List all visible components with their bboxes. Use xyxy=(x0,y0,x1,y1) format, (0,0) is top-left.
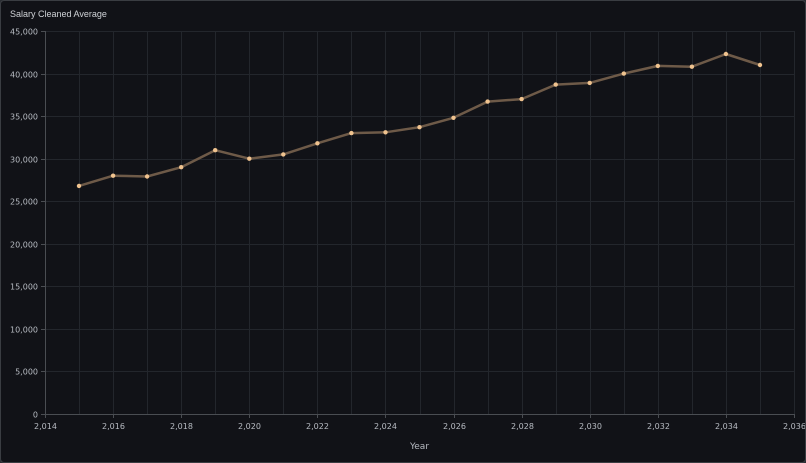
x-tick-label: 2,022 xyxy=(306,422,329,431)
y-tick-label: 10,000 xyxy=(10,326,38,335)
data-point xyxy=(213,148,218,153)
y-tick-label: 20,000 xyxy=(10,241,38,250)
data-point xyxy=(519,96,524,102)
y-tick-label: 25,000 xyxy=(10,198,38,207)
data-point xyxy=(247,156,252,161)
data-point xyxy=(553,82,558,87)
y-tick-label: 5,000 xyxy=(15,368,38,377)
grid xyxy=(45,31,795,414)
x-tick-label: 2,024 xyxy=(374,422,397,431)
y-tick-label: 40,000 xyxy=(10,71,38,80)
data-point xyxy=(144,174,150,179)
data-point xyxy=(76,183,82,189)
x-tick-label: 2,032 xyxy=(647,422,670,431)
x-tick-label: 2,030 xyxy=(579,422,602,431)
data-point xyxy=(349,130,354,136)
x-tick-label: 2,034 xyxy=(715,422,738,431)
x-tick-label: 2,026 xyxy=(443,422,466,431)
y-tick-label: 45,000 xyxy=(10,28,38,37)
data-point xyxy=(485,99,490,104)
x-tick-label: 2,018 xyxy=(170,422,193,431)
data-point xyxy=(110,173,116,178)
line-chart: 0 5,000 10,000 15,000 20,000 25,000 30,000 35,0… xyxy=(10,28,805,453)
chart-panel: Salary Cleaned Average 0 5,000 10,000 15,00… xyxy=(0,0,806,463)
data-point xyxy=(587,80,592,86)
series-salary xyxy=(76,51,763,189)
x-tick-label: 2,036 xyxy=(783,422,805,431)
data-point xyxy=(417,125,422,130)
x-tick-label: 2,028 xyxy=(511,422,534,431)
x-tick-label: 2,016 xyxy=(102,422,125,431)
data-point xyxy=(621,71,626,76)
y-tick-label: 35,000 xyxy=(10,113,38,122)
x-tick-label: 2,014 xyxy=(34,422,57,431)
data-point xyxy=(315,141,320,146)
data-point xyxy=(655,63,660,69)
y-tick-label: 30,000 xyxy=(10,156,38,165)
y-tick-label: 15,000 xyxy=(10,283,38,292)
data-point xyxy=(451,115,456,121)
data-point xyxy=(281,152,286,157)
data-point xyxy=(757,62,763,68)
data-point xyxy=(723,51,729,57)
x-axis-title: Year xyxy=(409,442,429,452)
x-tick-label: 2,020 xyxy=(238,422,261,431)
data-point xyxy=(179,165,184,170)
data-point xyxy=(689,64,695,69)
data-point xyxy=(383,130,388,135)
y-tick-label: 0 xyxy=(33,411,38,420)
axes: 0 5,000 10,000 15,000 20,000 25,000 30,000 35,0… xyxy=(10,28,805,432)
